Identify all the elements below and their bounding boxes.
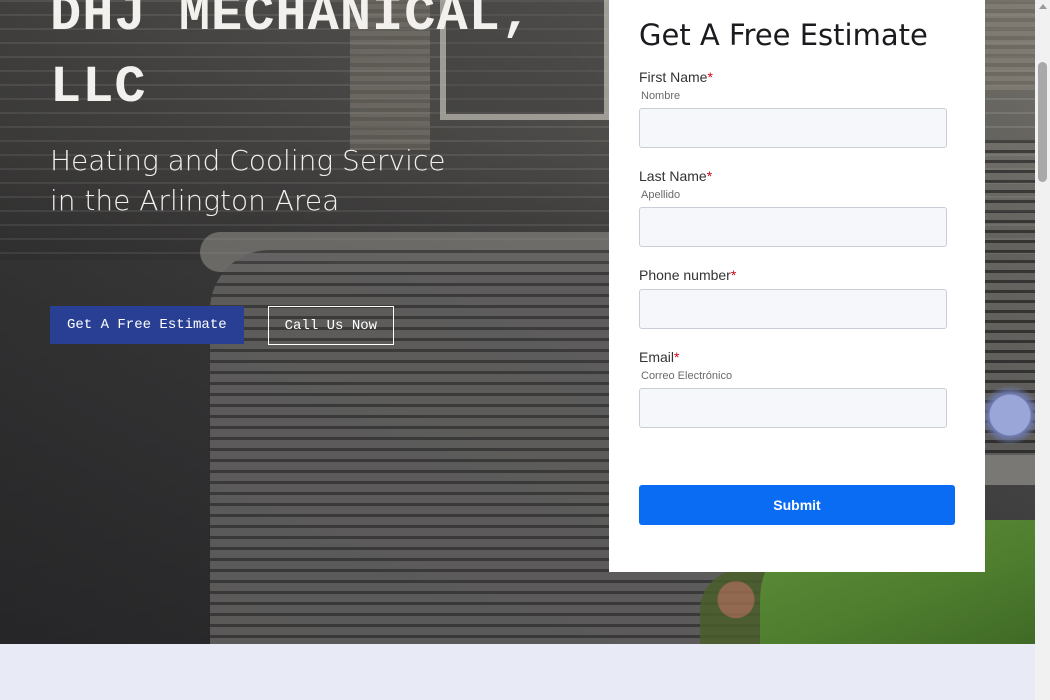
email-input[interactable] [639, 388, 947, 428]
hero-text-block: DHJ MECHANICAL, LLC Heating and Cooling … [50, 0, 570, 221]
get-free-estimate-button[interactable]: Get A Free Estimate [50, 306, 244, 344]
scrollbar-thumb[interactable] [1038, 62, 1047, 182]
hero-background-flowers-right [985, 385, 1035, 445]
required-marker: * [730, 267, 737, 283]
phone-field-group: Phone number* [639, 267, 955, 329]
last-name-field-group: Last Name* Apellido [639, 168, 955, 247]
phone-label: Phone number* [639, 267, 737, 283]
required-marker: * [706, 168, 713, 184]
email-sublabel: Correo Electrónico [641, 370, 733, 382]
required-marker: * [707, 69, 713, 85]
first-name-label: First Name* [639, 69, 713, 85]
submit-button[interactable]: Submit [639, 485, 955, 525]
hero-tagline: Heating and Cooling Service in the Arlin… [50, 144, 446, 217]
last-name-sublabel: Apellido [641, 189, 681, 201]
estimate-form: Get A Free Estimate First Name* Nombre L… [609, 0, 985, 572]
next-section [0, 644, 1035, 700]
required-marker: * [674, 349, 680, 365]
phone-input[interactable] [639, 289, 947, 329]
scroll-up-arrow-icon[interactable] [1039, 4, 1047, 9]
first-name-sublabel: Nombre [641, 90, 681, 102]
hero-cta-row: Get A Free Estimate Call Us Now [50, 306, 395, 345]
last-name-label: Last Name* [639, 168, 713, 184]
company-name: DHJ MECHANICAL, LLC [50, 0, 534, 117]
first-name-field-group: First Name* Nombre [639, 69, 955, 148]
email-field-group: Email* Correo Electrónico [639, 349, 955, 428]
first-name-input[interactable] [639, 108, 947, 148]
last-name-input[interactable] [639, 207, 947, 247]
hero-background-shutter-right [985, 0, 1035, 90]
call-us-now-button[interactable]: Call Us Now [267, 306, 395, 345]
hero-section: DHJ MECHANICAL, LLC Heating and Cooling … [0, 0, 1035, 644]
hero-background-stones [985, 455, 1035, 485]
form-title: Get A Free Estimate [639, 18, 928, 52]
email-label: Email* [639, 349, 680, 365]
